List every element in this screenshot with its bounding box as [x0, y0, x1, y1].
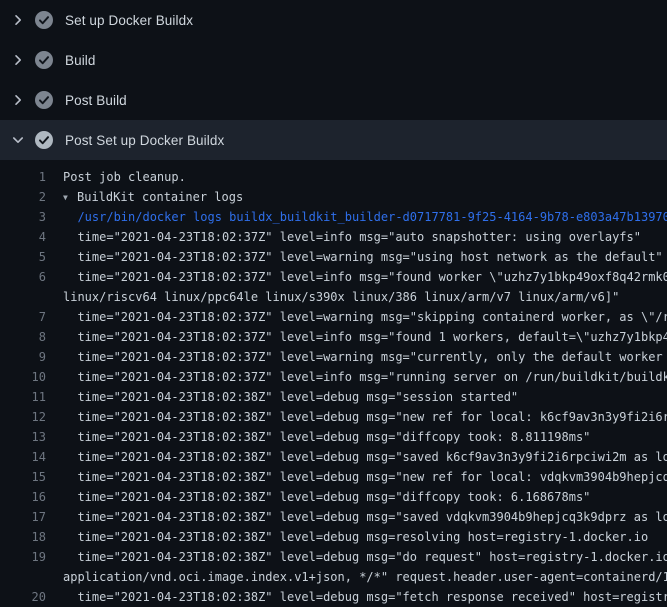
log-line-number [0, 567, 46, 587]
log-line: 13 time="2021-04-23T18:02:38Z" level=deb… [0, 427, 667, 447]
log-line-number[interactable]: 4 [0, 227, 46, 247]
log-line: 7 time="2021-04-23T18:02:37Z" level=warn… [0, 307, 667, 327]
log-line: 10 time="2021-04-23T18:02:37Z" level=inf… [0, 367, 667, 387]
log-line-text: time="2021-04-23T18:02:38Z" level=debug … [63, 407, 667, 427]
log-line-number[interactable]: 7 [0, 307, 46, 327]
log-line-text: time="2021-04-23T18:02:38Z" level=debug … [63, 487, 590, 507]
log-line-number[interactable]: 1 [0, 167, 46, 187]
log-line: 20 time="2021-04-23T18:02:38Z" level=deb… [0, 587, 667, 607]
log-line-text: time="2021-04-23T18:02:37Z" level=warnin… [63, 347, 667, 367]
log-line-number[interactable]: 3 [0, 207, 46, 227]
step-label: Post Set up Docker Buildx [65, 133, 224, 148]
log-line-number[interactable]: 6 [0, 267, 46, 287]
log-line-number[interactable]: 9 [0, 347, 46, 367]
steps-list: Set up Docker Buildx Build Post Build Po… [0, 0, 667, 160]
log-line-text[interactable]: ▼BuildKit container logs [63, 187, 243, 207]
log-line: 3 /usr/bin/docker logs buildx_buildkit_b… [0, 207, 667, 227]
log-line: linux/riscv64 linux/ppc64le linux/s390x … [0, 287, 667, 307]
log-line-text: application/vnd.oci.image.index.v1+json,… [63, 567, 667, 587]
log-line-text: /usr/bin/docker logs buildx_buildkit_bui… [63, 207, 667, 227]
log-lines: 1 Post job cleanup. 2 ▼BuildKit container l… [0, 160, 667, 607]
log-line-number[interactable]: 13 [0, 427, 46, 447]
log-line: 12 time="2021-04-23T18:02:38Z" level=deb… [0, 407, 667, 427]
log-line: 15 time="2021-04-23T18:02:38Z" level=deb… [0, 467, 667, 487]
log-line-text: time="2021-04-23T18:02:37Z" level=info m… [63, 327, 667, 347]
log-line-text: time="2021-04-23T18:02:37Z" level=info m… [63, 227, 641, 247]
log-line-number[interactable]: 14 [0, 447, 46, 467]
check-circle-icon [35, 131, 53, 149]
log-line-text: time="2021-04-23T18:02:38Z" level=debug … [63, 467, 667, 487]
log-line-text: linux/riscv64 linux/ppc64le linux/s390x … [63, 287, 619, 307]
log-line: 11 time="2021-04-23T18:02:38Z" level=deb… [0, 387, 667, 407]
log-line-text: time="2021-04-23T18:02:38Z" level=debug … [63, 507, 667, 527]
log-line-number[interactable]: 5 [0, 247, 46, 267]
chevron-right-icon[interactable] [10, 92, 26, 108]
chevron-right-icon[interactable] [10, 12, 26, 28]
log-line: 16 time="2021-04-23T18:02:38Z" level=deb… [0, 487, 667, 507]
log-line: 18 time="2021-04-23T18:02:38Z" level=deb… [0, 527, 667, 547]
log-line-number[interactable]: 20 [0, 587, 46, 607]
log-line: 5 time="2021-04-23T18:02:37Z" level=warn… [0, 247, 667, 267]
log-line: application/vnd.oci.image.index.v1+json,… [0, 567, 667, 587]
log-line-text: time="2021-04-23T18:02:38Z" level=debug … [63, 547, 667, 567]
log-line-text: time="2021-04-23T18:02:37Z" level=warnin… [63, 247, 663, 267]
log-line-number[interactable]: 11 [0, 387, 46, 407]
step-label: Set up Docker Buildx [65, 13, 193, 28]
log-line: 19 time="2021-04-23T18:02:38Z" level=deb… [0, 547, 667, 567]
log-line: 17 time="2021-04-23T18:02:38Z" level=deb… [0, 507, 667, 527]
log-line-number[interactable]: 17 [0, 507, 46, 527]
step-post-build[interactable]: Post Build [0, 80, 667, 120]
log-line: 8 time="2021-04-23T18:02:37Z" level=info… [0, 327, 667, 347]
step-label: Build [65, 53, 96, 68]
log-line-text: time="2021-04-23T18:02:38Z" level=debug … [63, 587, 667, 607]
log-line: 4 time="2021-04-23T18:02:37Z" level=info… [0, 227, 667, 247]
check-circle-icon [35, 11, 53, 29]
log-line-text: time="2021-04-23T18:02:37Z" level=info m… [63, 367, 667, 387]
log-line-text: time="2021-04-23T18:02:38Z" level=debug … [63, 447, 667, 467]
log-line-text: time="2021-04-23T18:02:38Z" level=debug … [63, 427, 590, 447]
log-line: 2 ▼BuildKit container logs [0, 187, 667, 207]
log-line-number[interactable]: 19 [0, 547, 46, 567]
log-line-text: Post job cleanup. [63, 167, 186, 187]
log-line-number[interactable]: 16 [0, 487, 46, 507]
log-line-number[interactable]: 18 [0, 527, 46, 547]
log-line-number[interactable]: 15 [0, 467, 46, 487]
chevron-right-icon[interactable] [10, 52, 26, 68]
log-line-number [0, 287, 46, 307]
check-circle-icon [35, 91, 53, 109]
log-line-text: time="2021-04-23T18:02:38Z" level=debug … [63, 387, 518, 407]
step-label: Post Build [65, 93, 127, 108]
group-caret-icon[interactable]: ▼ [63, 188, 77, 207]
log-line: 1 Post job cleanup. [0, 167, 667, 187]
step-build[interactable]: Build [0, 40, 667, 80]
log-line-text: time="2021-04-23T18:02:38Z" level=debug … [63, 527, 648, 547]
step-post-set-up-docker-buildx[interactable]: Post Set up Docker Buildx [0, 120, 667, 160]
log-line-number[interactable]: 10 [0, 367, 46, 387]
log-line-number[interactable]: 2 [0, 187, 46, 207]
log-line-number[interactable]: 12 [0, 407, 46, 427]
check-circle-icon [35, 51, 53, 69]
step-set-up-docker-buildx[interactable]: Set up Docker Buildx [0, 0, 667, 40]
log-line-number[interactable]: 8 [0, 327, 46, 347]
log-line: 6 time="2021-04-23T18:02:37Z" level=info… [0, 267, 667, 287]
log-line: 14 time="2021-04-23T18:02:38Z" level=deb… [0, 447, 667, 467]
log-line-text: time="2021-04-23T18:02:37Z" level=warnin… [63, 307, 667, 327]
chevron-down-icon[interactable] [10, 132, 26, 148]
log-line-text: time="2021-04-23T18:02:37Z" level=info m… [63, 267, 667, 287]
log-line: 9 time="2021-04-23T18:02:37Z" level=warn… [0, 347, 667, 367]
